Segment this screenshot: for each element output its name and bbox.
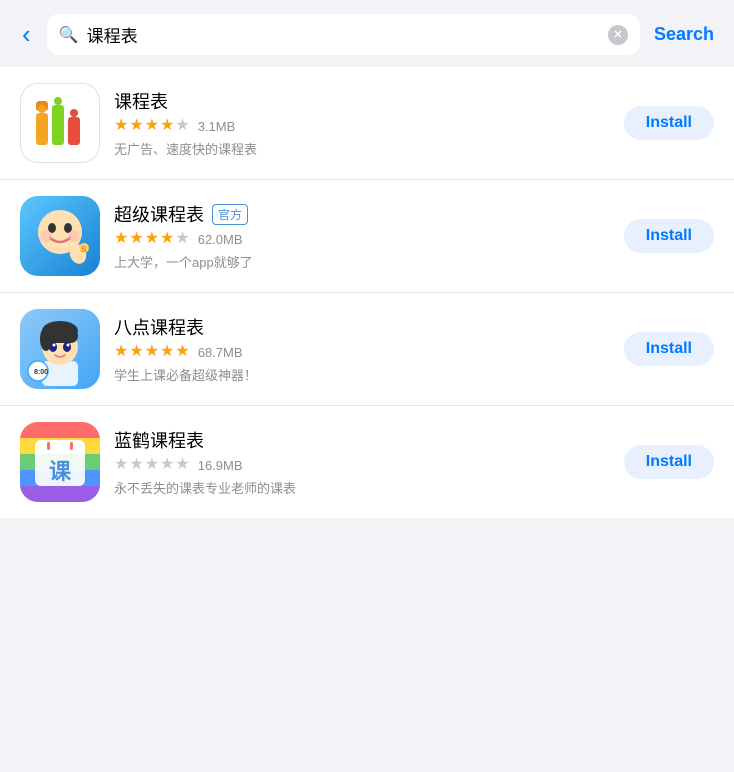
app-description: 学生上课必备超级神器！ — [114, 365, 610, 384]
official-badge: 官方 — [212, 204, 248, 225]
svg-text:8:00: 8:00 — [34, 369, 48, 376]
app-name-row: 八点课程表 — [114, 314, 610, 340]
star-4: ★ — [160, 344, 174, 360]
star-1: ★ — [114, 118, 128, 134]
app-size: 68.7MB — [198, 345, 243, 360]
header: ‹ 🔍 课程表 Search — [0, 0, 734, 67]
app-rating-row: ★ ★ ★ ★ ★ 16.9MB — [114, 457, 610, 473]
app-name: 超级课程表 — [114, 201, 204, 227]
star-5: ★ — [175, 231, 189, 247]
list-item: S 超级课程表 官方 ★ ★ ★ ★ ★ 62.0MB 上大学，一个app就够了… — [0, 180, 734, 293]
star-rating: ★ ★ ★ ★ ★ — [114, 457, 190, 473]
star-rating: ★ ★ ★ ★ ★ — [114, 118, 190, 134]
star-3: ★ — [145, 344, 159, 360]
star-5: ★ — [175, 344, 189, 360]
install-button[interactable]: Install — [624, 332, 714, 366]
app-icon: 课 — [20, 422, 100, 502]
star-4: ★ — [160, 231, 174, 247]
list-item: 课 蓝鹤课程表 ★ ★ ★ ★ ★ 16.9MB 永不丢失的课表专业老师的课 — [0, 406, 734, 518]
app-name: 蓝鹤课程表 — [114, 427, 204, 453]
star-3: ★ — [145, 118, 159, 134]
app-icon — [20, 83, 100, 163]
app-size: 62.0MB — [198, 232, 243, 247]
svg-text:S: S — [81, 245, 87, 254]
app-name: 八点课程表 — [114, 314, 204, 340]
star-1: ★ — [114, 344, 128, 360]
app-icon: 8:00 — [20, 309, 100, 389]
app-description: 永不丢失的课表专业老师的课表 — [114, 478, 610, 497]
list-item: 课程表 ★ ★ ★ ★ ★ 3.1MB 无广告、速度快的课程表 Install — [0, 67, 734, 180]
install-button[interactable]: Install — [624, 106, 714, 140]
search-bar: 🔍 课程表 — [47, 14, 640, 55]
star-rating: ★ ★ ★ ★ ★ — [114, 231, 190, 247]
app-icon: S — [20, 196, 100, 276]
app-info: 超级课程表 官方 ★ ★ ★ ★ ★ 62.0MB 上大学，一个app就够了 — [114, 201, 610, 271]
app-info: 课程表 ★ ★ ★ ★ ★ 3.1MB 无广告、速度快的课程表 — [114, 88, 610, 158]
clear-button[interactable] — [608, 25, 628, 45]
star-2: ★ — [129, 457, 143, 473]
app-size: 3.1MB — [198, 119, 236, 134]
app-list: 课程表 ★ ★ ★ ★ ★ 3.1MB 无广告、速度快的课程表 Install — [0, 67, 734, 518]
star-1: ★ — [114, 231, 128, 247]
app-info: 八点课程表 ★ ★ ★ ★ ★ 68.7MB 学生上课必备超级神器！ — [114, 314, 610, 384]
app-description: 无广告、速度快的课程表 — [114, 139, 610, 158]
install-button[interactable]: Install — [624, 445, 714, 479]
app-name-row: 蓝鹤课程表 — [114, 427, 610, 453]
app-size: 16.9MB — [198, 458, 243, 473]
star-4: ★ — [160, 457, 174, 473]
list-item: 8:00 八点课程表 ★ ★ ★ ★ ★ 68.7MB 学生上课必备超级神器！ … — [0, 293, 734, 406]
star-5: ★ — [175, 118, 189, 134]
star-2: ★ — [129, 231, 143, 247]
search-button[interactable]: Search — [650, 22, 718, 47]
star-2: ★ — [129, 118, 143, 134]
star-1: ★ — [114, 457, 128, 473]
app-description: 上大学，一个app就够了 — [114, 252, 610, 271]
star-5: ★ — [175, 457, 189, 473]
app-name-row: 超级课程表 官方 — [114, 201, 610, 227]
star-2: ★ — [129, 344, 143, 360]
svg-text:课: 课 — [49, 459, 72, 484]
star-3: ★ — [145, 231, 159, 247]
app-rating-row: ★ ★ ★ ★ ★ 3.1MB — [114, 118, 610, 134]
star-4: ★ — [160, 118, 174, 134]
app-rating-row: ★ ★ ★ ★ ★ 62.0MB — [114, 231, 610, 247]
star-3: ★ — [145, 457, 159, 473]
search-input[interactable]: 课程表 — [87, 22, 600, 47]
app-rating-row: ★ ★ ★ ★ ★ 68.7MB — [114, 344, 610, 360]
app-info: 蓝鹤课程表 ★ ★ ★ ★ ★ 16.9MB 永不丢失的课表专业老师的课表 — [114, 427, 610, 497]
search-icon: 🔍 — [59, 25, 79, 45]
app-name-row: 课程表 — [114, 88, 610, 114]
install-button[interactable]: Install — [624, 219, 714, 253]
star-rating: ★ ★ ★ ★ ★ — [114, 344, 190, 360]
back-button[interactable]: ‹ — [16, 17, 37, 52]
app-name: 课程表 — [114, 88, 168, 114]
